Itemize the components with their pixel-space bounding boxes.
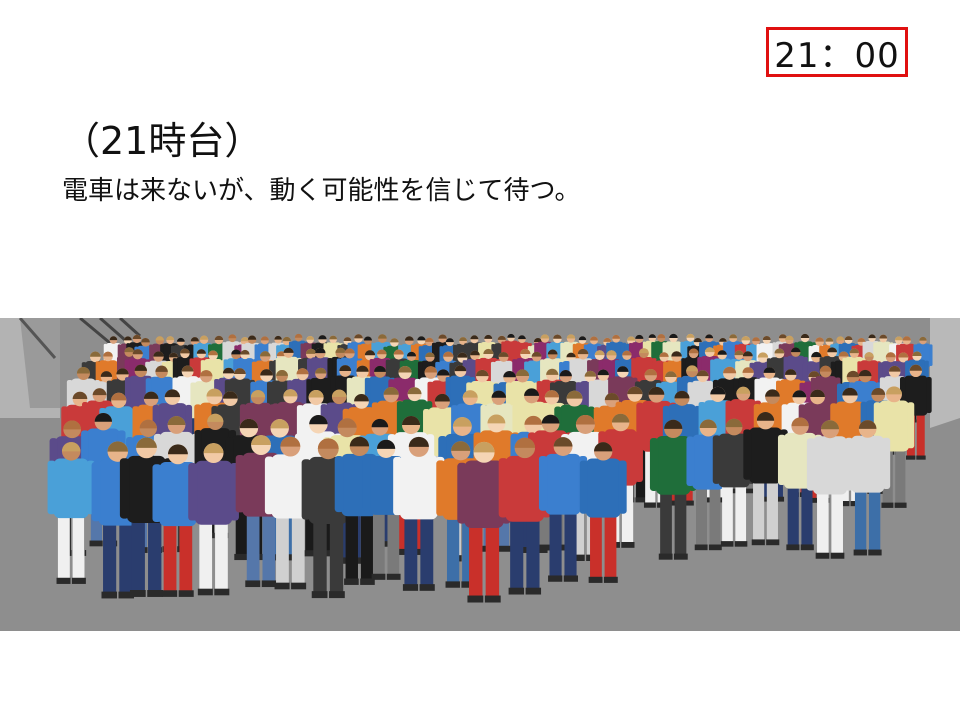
right-wall xyxy=(930,318,960,428)
crowd-scene-image xyxy=(0,318,960,631)
time-label: 21：00 xyxy=(774,35,900,76)
time-indicator: 21：00 xyxy=(766,27,908,77)
slide-heading: （21時台） xyxy=(62,119,263,163)
slide-caption: 電車は来ないが、動く可能性を信じて待つ。 xyxy=(62,176,581,206)
